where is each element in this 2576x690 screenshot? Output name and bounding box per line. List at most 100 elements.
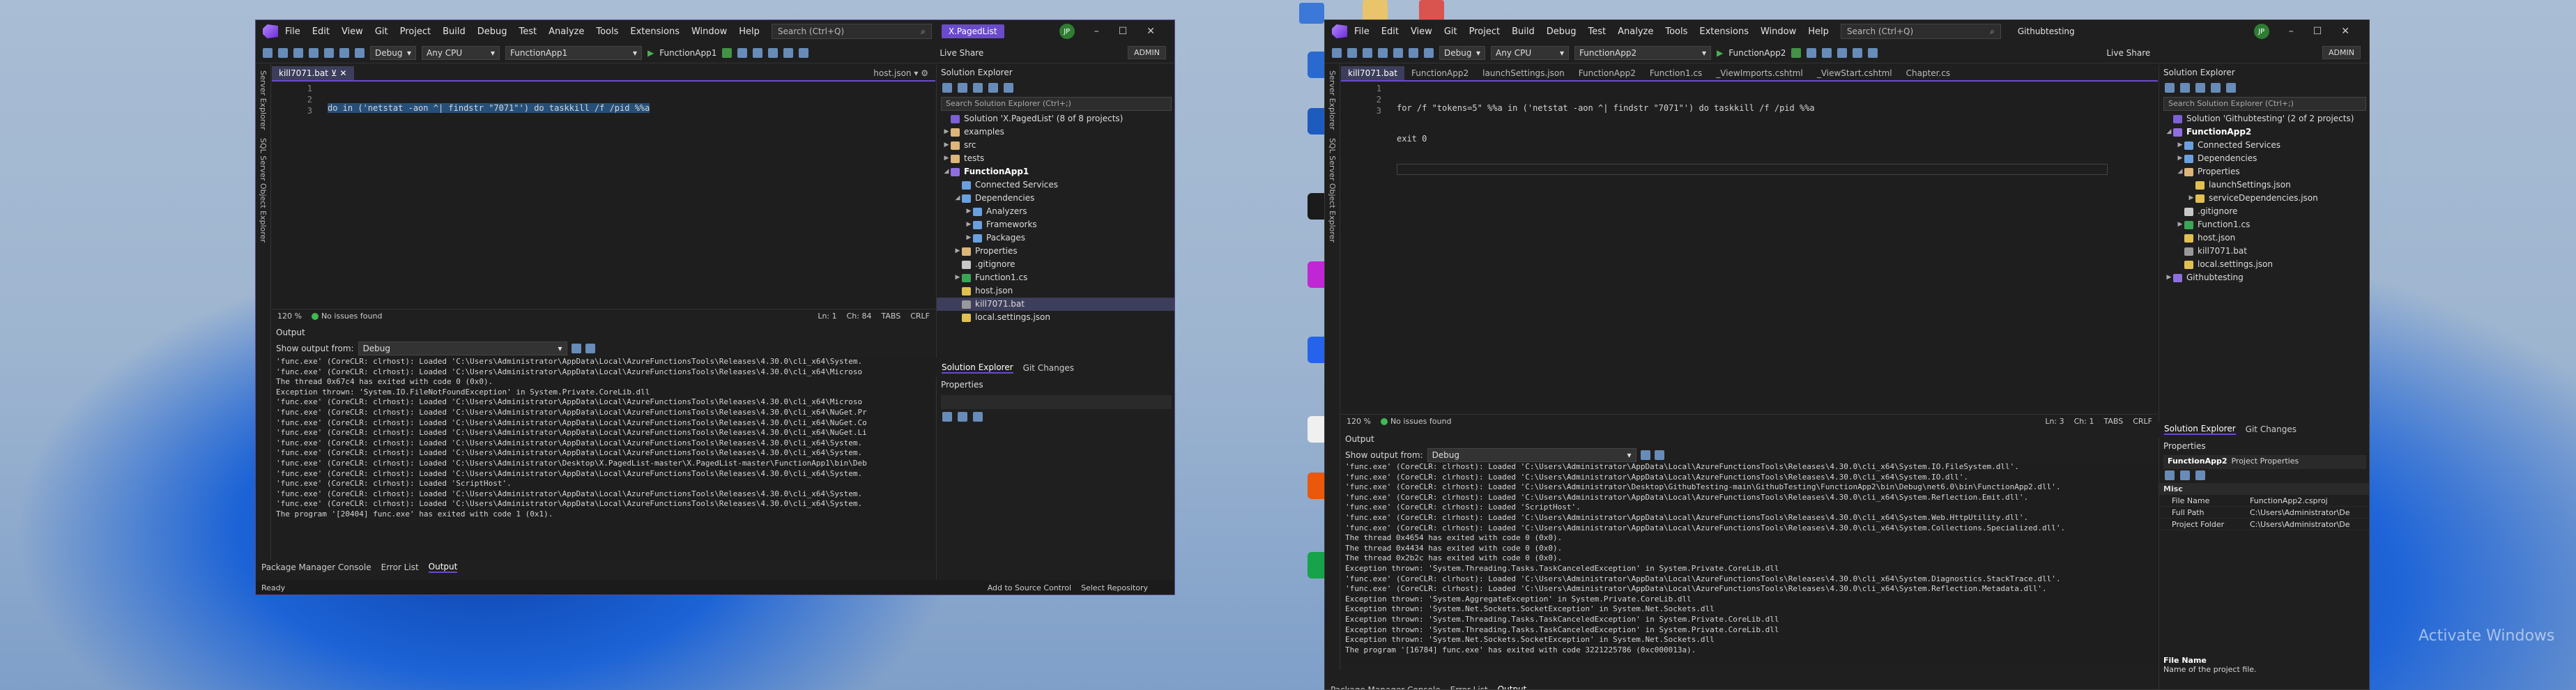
tree-item[interactable]: host.json xyxy=(937,284,1174,298)
back-icon[interactable] xyxy=(263,47,273,58)
undo-icon[interactable] xyxy=(339,47,349,58)
property-group[interactable]: Misc xyxy=(2159,483,2250,494)
tree-item[interactable]: ▶ Function1.cs xyxy=(937,271,1174,284)
tree-item[interactable]: ▶ Githubtesting xyxy=(2159,271,2369,284)
code-line[interactable]: exit 0 xyxy=(1397,133,2108,144)
tab-package-manager-console[interactable]: Package Manager Console xyxy=(1331,685,1441,689)
tab-error-list[interactable]: Error List xyxy=(381,562,419,572)
chevron-icon[interactable]: ▶ xyxy=(953,271,962,284)
output-source-select[interactable]: Debug ▾ xyxy=(1427,448,1636,462)
startup-project-select[interactable]: FunctionApp2 ▾ xyxy=(1574,45,1711,60)
chevron-icon[interactable]: ◢ xyxy=(942,165,951,178)
tool-icon[interactable] xyxy=(799,47,809,58)
tab-git-changes[interactable]: Git Changes xyxy=(1023,363,1074,373)
zoom-level[interactable]: 120 % xyxy=(1347,417,1371,426)
menu-item-extensions[interactable]: Extensions xyxy=(630,26,680,37)
menu-item-tools[interactable]: Tools xyxy=(1665,26,1687,37)
refresh-icon[interactable] xyxy=(737,47,748,58)
menu-item-help[interactable]: Help xyxy=(739,26,760,37)
forward-icon[interactable] xyxy=(1347,47,1357,58)
menu-item-extensions[interactable]: Extensions xyxy=(1699,26,1749,37)
tree-item[interactable]: ▶ Connected Services xyxy=(2159,139,2369,152)
menu-item-file[interactable]: File xyxy=(1354,26,1370,37)
clear-output-icon[interactable] xyxy=(1640,450,1650,460)
categorized-icon[interactable] xyxy=(942,412,952,422)
new-file-icon[interactable] xyxy=(1363,47,1372,58)
chevron-icon[interactable]: ▶ xyxy=(942,139,951,152)
property-row[interactable]: Project Folder C:\Users\Administrator\De xyxy=(2159,519,2369,530)
maximize-icon[interactable]: ☐ xyxy=(2313,26,2322,37)
save-icon[interactable] xyxy=(1378,47,1388,58)
code-text[interactable]: for /f "tokens=5" %%a in ('netstat -aon … xyxy=(1397,83,2108,194)
tab-solution-explorer[interactable]: Solution Explorer xyxy=(2164,424,2236,435)
refresh-icon[interactable] xyxy=(1807,47,1817,58)
collapse-icon[interactable] xyxy=(2195,83,2205,93)
issues-indicator[interactable]: No issues found xyxy=(311,312,382,321)
chevron-icon[interactable]: ▶ xyxy=(942,152,951,165)
filter-icon[interactable] xyxy=(2211,83,2221,93)
property-row[interactable]: File Name FunctionApp2.csproj xyxy=(2159,495,2369,507)
settings-icon[interactable] xyxy=(1004,83,1013,93)
chevron-icon[interactable]: ▶ xyxy=(2176,152,2184,165)
properties-object-select[interactable]: FunctionApp2 Project Properties xyxy=(2163,455,2366,469)
pin-icon[interactable]: ⊻ xyxy=(331,68,337,78)
property-value[interactable]: C:\Users\Administrator\De xyxy=(2250,507,2350,518)
tool-icon[interactable] xyxy=(1853,47,1863,58)
chevron-icon[interactable]: ▶ xyxy=(965,231,973,245)
tool-icon[interactable] xyxy=(783,47,794,58)
minimize-icon[interactable]: – xyxy=(1094,26,1099,37)
desktop-icon[interactable] xyxy=(1299,3,1324,24)
tree-item[interactable]: ▶ Dependencies xyxy=(2159,152,2369,165)
tree-item[interactable]: host.json xyxy=(2159,231,2369,245)
solution-search-input[interactable]: Search Solution Explorer (Ctrl+;) xyxy=(2163,97,2366,111)
start-without-debug-icon[interactable] xyxy=(722,47,733,58)
new-file-icon[interactable] xyxy=(293,47,303,58)
property-pages-icon[interactable] xyxy=(973,412,983,422)
output-text[interactable]: 'func.exe' (CoreCLR: clrhost): Loaded 'C… xyxy=(272,357,935,574)
menu-item-edit[interactable]: Edit xyxy=(312,26,330,37)
tab-output[interactable]: Output xyxy=(1498,684,1527,689)
select-repository-button[interactable]: Select Repository xyxy=(1081,583,1148,592)
tree-item[interactable]: Solution 'Githubtesting' (2 of 2 project… xyxy=(2159,112,2369,125)
menu-item-analyze[interactable]: Analyze xyxy=(549,26,584,37)
tree-item[interactable]: ◢ FunctionApp2 xyxy=(2159,125,2369,139)
current-line[interactable] xyxy=(1397,164,2108,175)
tree-item[interactable]: ◢ Dependencies xyxy=(937,192,1174,205)
tree-item[interactable]: kill7071.bat xyxy=(2159,245,2369,258)
menu-item-project[interactable]: Project xyxy=(400,26,431,37)
document-tab[interactable]: _ViewImports.cshtml xyxy=(1709,66,1810,80)
menu-item-window[interactable]: Window xyxy=(1761,26,1796,37)
tree-item[interactable]: local.settings.json xyxy=(2159,258,2369,271)
sync-icon[interactable] xyxy=(2180,83,2190,93)
menu-item-git[interactable]: Git xyxy=(375,26,388,37)
sync-icon[interactable] xyxy=(958,83,967,93)
redo-icon[interactable] xyxy=(1424,47,1434,58)
output-text[interactable]: 'func.exe' (CoreCLR: clrhost): Loaded 'C… xyxy=(1341,462,2158,664)
chevron-icon[interactable]: ▶ xyxy=(965,205,973,218)
maximize-icon[interactable]: ☐ xyxy=(1119,26,1128,37)
collapse-icon[interactable] xyxy=(973,83,983,93)
property-pages-icon[interactable] xyxy=(2195,470,2205,480)
menu-item-test[interactable]: Test xyxy=(1588,26,1607,37)
property-row[interactable]: Full Path C:\Users\Administrator\De xyxy=(2159,507,2369,519)
solution-search-input[interactable]: Search Solution Explorer (Ctrl+;) xyxy=(941,97,1172,111)
tree-item[interactable]: .gitignore xyxy=(2159,205,2369,218)
menu-item-analyze[interactable]: Analyze xyxy=(1618,26,1653,37)
menu-item-project[interactable]: Project xyxy=(1469,26,1500,37)
property-value[interactable]: FunctionApp2.csproj xyxy=(2250,495,2328,506)
tool-icon[interactable] xyxy=(1822,47,1832,58)
tab-git-changes[interactable]: Git Changes xyxy=(2246,424,2297,434)
menu-item-debug[interactable]: Debug xyxy=(477,26,507,37)
tree-item[interactable]: ▶ Packages xyxy=(937,231,1174,245)
undo-icon[interactable] xyxy=(1409,47,1418,58)
start-button[interactable]: FunctionApp1 xyxy=(659,48,716,58)
menu-item-test[interactable]: Test xyxy=(519,26,537,37)
tree-item[interactable]: ▶ serviceDependencies.json xyxy=(2159,192,2369,205)
chevron-down-icon[interactable]: ▾ xyxy=(914,68,918,78)
menu-item-window[interactable]: Window xyxy=(691,26,727,37)
gear-icon[interactable]: ⚙ xyxy=(921,68,928,78)
tool-icon[interactable] xyxy=(1837,47,1848,58)
play-icon[interactable]: ▶ xyxy=(1717,48,1723,58)
tree-item[interactable]: ◢ FunctionApp1 xyxy=(937,165,1174,178)
clear-output-icon[interactable] xyxy=(571,344,581,353)
